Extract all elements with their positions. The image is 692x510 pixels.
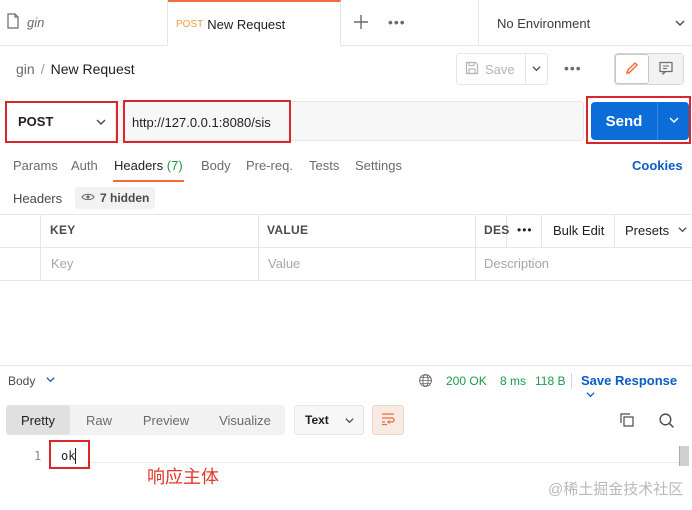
wrap-lines-icon xyxy=(380,412,396,429)
save-response-label: Save Response xyxy=(581,373,678,388)
docs-view-button[interactable] xyxy=(649,54,683,84)
save-response-button[interactable]: Save Response xyxy=(581,373,692,403)
scrollbar[interactable] xyxy=(679,446,689,466)
active-tab-underline xyxy=(113,180,184,182)
tab-gin[interactable]: gin xyxy=(0,0,168,45)
tab-new-request[interactable]: POST New Request xyxy=(168,0,341,46)
cookies-link[interactable]: Cookies xyxy=(632,158,683,173)
presets-label: Presets xyxy=(625,223,670,238)
tab-settings[interactable]: Settings xyxy=(355,158,402,173)
description-input[interactable]: Description xyxy=(484,256,549,271)
chevron-down-icon xyxy=(45,374,56,388)
more-actions-button[interactable]: ••• xyxy=(564,60,582,76)
response-size[interactable]: 118 B xyxy=(535,374,565,388)
chevron-down-icon xyxy=(585,388,596,403)
watermark: @稀土掘金技术社区 xyxy=(548,481,684,498)
chevron-down-icon xyxy=(531,62,542,77)
breadcrumb-separator: / xyxy=(40,61,45,77)
format-label: Text xyxy=(305,413,329,427)
column-header-value: VALUE xyxy=(267,223,309,237)
environment-select[interactable]: No Environment xyxy=(478,0,692,46)
plus-icon[interactable] xyxy=(352,13,370,31)
response-body-label: Body xyxy=(8,374,36,388)
column-header-key: KEY xyxy=(50,223,76,237)
column-divider xyxy=(541,214,542,248)
tab-label: New Request xyxy=(207,16,286,32)
method-highlight-box xyxy=(5,101,118,143)
save-label: Save xyxy=(485,61,515,77)
chevron-down-icon xyxy=(674,17,686,32)
column-divider xyxy=(614,214,615,248)
tab-label: gin xyxy=(27,15,45,30)
tab-params[interactable]: Params xyxy=(13,158,58,173)
more-tabs-button[interactable]: ••• xyxy=(388,14,406,30)
breadcrumb: gin / New Request xyxy=(16,61,135,77)
table-more-button[interactable]: ••• xyxy=(517,223,533,237)
annotation-label: 响应主体 xyxy=(147,467,219,487)
tab-headers[interactable]: Headers (7) xyxy=(114,158,183,173)
comment-icon xyxy=(658,60,674,79)
response-body-select[interactable]: Body xyxy=(8,374,56,388)
response-time[interactable]: 8 ms xyxy=(500,374,526,388)
format-select[interactable]: Text xyxy=(294,405,364,435)
save-options-button[interactable] xyxy=(525,54,547,84)
document-icon xyxy=(6,13,20,32)
breadcrumb-parent[interactable]: gin xyxy=(16,61,35,77)
tab-tests[interactable]: Tests xyxy=(309,158,339,173)
chevron-down-icon xyxy=(677,223,688,238)
tab-pre-request[interactable]: Pre-req. xyxy=(246,158,293,173)
save-button[interactable]: Save xyxy=(457,54,525,84)
environment-label: No Environment xyxy=(497,15,591,31)
view-preview-tab[interactable]: Preview xyxy=(130,405,202,435)
status-badge[interactable]: 200 OK xyxy=(446,374,487,388)
key-input[interactable]: Key xyxy=(51,256,73,271)
body-highlight-box xyxy=(49,440,90,469)
view-raw-tab[interactable]: Raw xyxy=(72,405,126,435)
send-highlight-box xyxy=(586,96,691,144)
bulk-edit-button[interactable]: Bulk Edit xyxy=(553,223,604,238)
hidden-headers-toggle[interactable]: 7 hidden xyxy=(75,187,156,209)
presets-dropdown[interactable]: Presets xyxy=(625,223,688,238)
url-highlight-box xyxy=(123,100,291,143)
pencil-icon xyxy=(624,60,640,79)
view-pretty-tab[interactable]: Pretty xyxy=(6,405,70,435)
tab-headers-label: Headers xyxy=(114,158,164,173)
search-icon[interactable] xyxy=(658,412,675,432)
line-number: 1 xyxy=(34,449,42,463)
hidden-count-label: 7 hidden xyxy=(100,191,150,205)
wrap-lines-button[interactable] xyxy=(372,405,404,435)
edit-view-button[interactable] xyxy=(615,54,649,84)
column-divider xyxy=(475,214,476,281)
tab-method-badge: POST xyxy=(176,18,204,30)
column-divider xyxy=(40,214,41,281)
value-input[interactable]: Value xyxy=(268,256,300,271)
tab-auth[interactable]: Auth xyxy=(71,158,98,173)
column-divider xyxy=(258,214,259,281)
divider xyxy=(571,373,572,389)
globe-icon[interactable] xyxy=(418,373,433,391)
view-visualize-tab[interactable]: Visualize xyxy=(206,405,284,435)
eye-icon xyxy=(81,191,95,205)
headers-section-label: Headers xyxy=(13,191,63,206)
save-icon xyxy=(465,61,479,78)
chevron-down-icon xyxy=(344,415,355,429)
tab-body[interactable]: Body xyxy=(201,158,231,173)
column-header-description: DES xyxy=(484,223,510,237)
tab-headers-count: (7) xyxy=(166,158,183,173)
view-toggle xyxy=(614,53,684,85)
page-title: New Request xyxy=(50,61,135,77)
copy-icon[interactable] xyxy=(619,412,635,431)
save-button-group: Save xyxy=(456,53,548,85)
